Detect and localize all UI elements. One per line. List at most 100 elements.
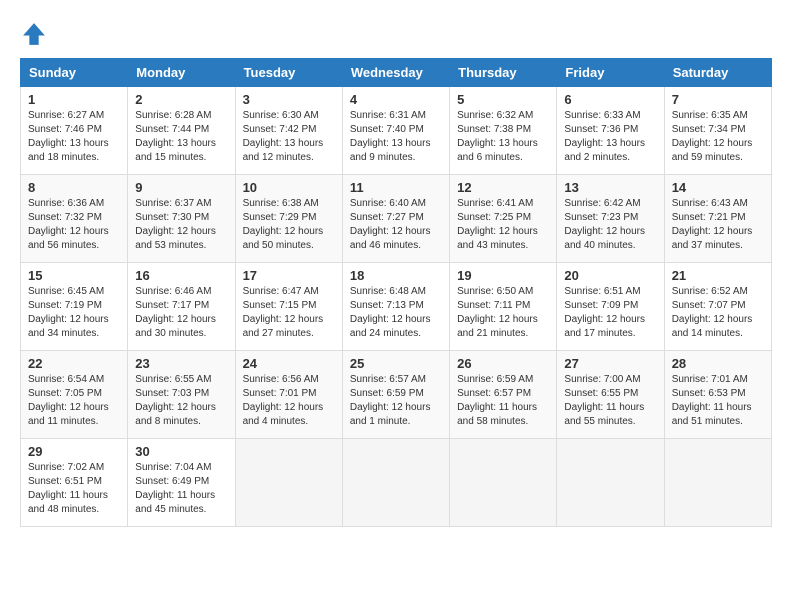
calendar-cell: 4 Sunrise: 6:31 AMSunset: 7:40 PMDayligh… (342, 87, 449, 175)
weekday-header-friday: Friday (557, 59, 664, 87)
day-info: Sunrise: 6:38 AMSunset: 7:29 PMDaylight:… (243, 198, 324, 251)
calendar-row: 22 Sunrise: 6:54 AMSunset: 7:05 PMDaylig… (21, 351, 772, 439)
day-info: Sunrise: 6:46 AMSunset: 7:17 PMDaylight:… (135, 286, 216, 339)
day-info: Sunrise: 7:04 AMSunset: 6:49 PMDaylight:… (135, 462, 215, 515)
calendar-cell: 28 Sunrise: 7:01 AMSunset: 6:53 PMDaylig… (664, 351, 771, 439)
day-number: 5 (457, 92, 549, 107)
calendar-cell: 22 Sunrise: 6:54 AMSunset: 7:05 PMDaylig… (21, 351, 128, 439)
day-info: Sunrise: 6:48 AMSunset: 7:13 PMDaylight:… (350, 286, 431, 339)
day-number: 19 (457, 268, 549, 283)
day-number: 10 (243, 180, 335, 195)
day-number: 27 (564, 356, 656, 371)
day-number: 17 (243, 268, 335, 283)
day-number: 1 (28, 92, 120, 107)
calendar-cell (557, 439, 664, 527)
calendar-cell: 15 Sunrise: 6:45 AMSunset: 7:19 PMDaylig… (21, 263, 128, 351)
day-info: Sunrise: 6:47 AMSunset: 7:15 PMDaylight:… (243, 286, 324, 339)
day-info: Sunrise: 6:27 AMSunset: 7:46 PMDaylight:… (28, 110, 109, 163)
day-number: 25 (350, 356, 442, 371)
calendar-cell: 19 Sunrise: 6:50 AMSunset: 7:11 PMDaylig… (450, 263, 557, 351)
day-info: Sunrise: 6:33 AMSunset: 7:36 PMDaylight:… (564, 110, 645, 163)
calendar-cell: 20 Sunrise: 6:51 AMSunset: 7:09 PMDaylig… (557, 263, 664, 351)
day-info: Sunrise: 6:55 AMSunset: 7:03 PMDaylight:… (135, 374, 216, 427)
day-info: Sunrise: 6:41 AMSunset: 7:25 PMDaylight:… (457, 198, 538, 251)
day-info: Sunrise: 6:54 AMSunset: 7:05 PMDaylight:… (28, 374, 109, 427)
calendar-cell: 1 Sunrise: 6:27 AMSunset: 7:46 PMDayligh… (21, 87, 128, 175)
header (20, 20, 772, 48)
day-number: 30 (135, 444, 227, 459)
day-info: Sunrise: 6:28 AMSunset: 7:44 PMDaylight:… (135, 110, 216, 163)
calendar-cell: 14 Sunrise: 6:43 AMSunset: 7:21 PMDaylig… (664, 175, 771, 263)
day-number: 24 (243, 356, 335, 371)
calendar-cell: 9 Sunrise: 6:37 AMSunset: 7:30 PMDayligh… (128, 175, 235, 263)
day-number: 21 (672, 268, 764, 283)
weekday-header-saturday: Saturday (664, 59, 771, 87)
calendar-cell: 2 Sunrise: 6:28 AMSunset: 7:44 PMDayligh… (128, 87, 235, 175)
calendar-cell: 3 Sunrise: 6:30 AMSunset: 7:42 PMDayligh… (235, 87, 342, 175)
calendar-cell: 10 Sunrise: 6:38 AMSunset: 7:29 PMDaylig… (235, 175, 342, 263)
day-number: 7 (672, 92, 764, 107)
day-number: 15 (28, 268, 120, 283)
day-info: Sunrise: 7:00 AMSunset: 6:55 PMDaylight:… (564, 374, 644, 427)
calendar-cell: 25 Sunrise: 6:57 AMSunset: 6:59 PMDaylig… (342, 351, 449, 439)
calendar-cell (664, 439, 771, 527)
weekday-header-monday: Monday (128, 59, 235, 87)
calendar-cell: 17 Sunrise: 6:47 AMSunset: 7:15 PMDaylig… (235, 263, 342, 351)
calendar-cell: 23 Sunrise: 6:55 AMSunset: 7:03 PMDaylig… (128, 351, 235, 439)
day-number: 9 (135, 180, 227, 195)
calendar-cell: 27 Sunrise: 7:00 AMSunset: 6:55 PMDaylig… (557, 351, 664, 439)
day-number: 3 (243, 92, 335, 107)
calendar-row: 15 Sunrise: 6:45 AMSunset: 7:19 PMDaylig… (21, 263, 772, 351)
day-info: Sunrise: 6:36 AMSunset: 7:32 PMDaylight:… (28, 198, 109, 251)
calendar-cell: 16 Sunrise: 6:46 AMSunset: 7:17 PMDaylig… (128, 263, 235, 351)
day-info: Sunrise: 6:40 AMSunset: 7:27 PMDaylight:… (350, 198, 431, 251)
calendar-cell: 12 Sunrise: 6:41 AMSunset: 7:25 PMDaylig… (450, 175, 557, 263)
day-info: Sunrise: 6:45 AMSunset: 7:19 PMDaylight:… (28, 286, 109, 339)
calendar-cell: 21 Sunrise: 6:52 AMSunset: 7:07 PMDaylig… (664, 263, 771, 351)
calendar-cell: 11 Sunrise: 6:40 AMSunset: 7:27 PMDaylig… (342, 175, 449, 263)
calendar-row: 29 Sunrise: 7:02 AMSunset: 6:51 PMDaylig… (21, 439, 772, 527)
calendar-cell: 30 Sunrise: 7:04 AMSunset: 6:49 PMDaylig… (128, 439, 235, 527)
calendar-cell: 29 Sunrise: 7:02 AMSunset: 6:51 PMDaylig… (21, 439, 128, 527)
calendar-cell (235, 439, 342, 527)
day-info: Sunrise: 6:31 AMSunset: 7:40 PMDaylight:… (350, 110, 431, 163)
day-info: Sunrise: 6:59 AMSunset: 6:57 PMDaylight:… (457, 374, 537, 427)
day-info: Sunrise: 6:52 AMSunset: 7:07 PMDaylight:… (672, 286, 753, 339)
calendar-row: 1 Sunrise: 6:27 AMSunset: 7:46 PMDayligh… (21, 87, 772, 175)
day-number: 12 (457, 180, 549, 195)
day-number: 22 (28, 356, 120, 371)
day-number: 13 (564, 180, 656, 195)
day-info: Sunrise: 6:43 AMSunset: 7:21 PMDaylight:… (672, 198, 753, 251)
calendar-cell (450, 439, 557, 527)
calendar-row: 8 Sunrise: 6:36 AMSunset: 7:32 PMDayligh… (21, 175, 772, 263)
day-info: Sunrise: 7:02 AMSunset: 6:51 PMDaylight:… (28, 462, 108, 515)
day-number: 18 (350, 268, 442, 283)
logo (20, 20, 52, 48)
logo-icon (20, 20, 48, 48)
day-number: 28 (672, 356, 764, 371)
day-number: 20 (564, 268, 656, 283)
weekday-header-tuesday: Tuesday (235, 59, 342, 87)
calendar-cell: 13 Sunrise: 6:42 AMSunset: 7:23 PMDaylig… (557, 175, 664, 263)
day-info: Sunrise: 6:42 AMSunset: 7:23 PMDaylight:… (564, 198, 645, 251)
day-number: 6 (564, 92, 656, 107)
day-number: 16 (135, 268, 227, 283)
day-info: Sunrise: 6:57 AMSunset: 6:59 PMDaylight:… (350, 374, 431, 427)
calendar-cell: 7 Sunrise: 6:35 AMSunset: 7:34 PMDayligh… (664, 87, 771, 175)
day-number: 23 (135, 356, 227, 371)
day-info: Sunrise: 6:35 AMSunset: 7:34 PMDaylight:… (672, 110, 753, 163)
day-info: Sunrise: 6:51 AMSunset: 7:09 PMDaylight:… (564, 286, 645, 339)
day-number: 8 (28, 180, 120, 195)
weekday-header-wednesday: Wednesday (342, 59, 449, 87)
calendar-cell: 6 Sunrise: 6:33 AMSunset: 7:36 PMDayligh… (557, 87, 664, 175)
calendar-cell: 5 Sunrise: 6:32 AMSunset: 7:38 PMDayligh… (450, 87, 557, 175)
day-number: 14 (672, 180, 764, 195)
day-info: Sunrise: 6:56 AMSunset: 7:01 PMDaylight:… (243, 374, 324, 427)
day-number: 26 (457, 356, 549, 371)
day-number: 29 (28, 444, 120, 459)
day-info: Sunrise: 6:50 AMSunset: 7:11 PMDaylight:… (457, 286, 538, 339)
day-info: Sunrise: 6:30 AMSunset: 7:42 PMDaylight:… (243, 110, 324, 163)
calendar-cell (342, 439, 449, 527)
day-number: 4 (350, 92, 442, 107)
day-info: Sunrise: 6:32 AMSunset: 7:38 PMDaylight:… (457, 110, 538, 163)
